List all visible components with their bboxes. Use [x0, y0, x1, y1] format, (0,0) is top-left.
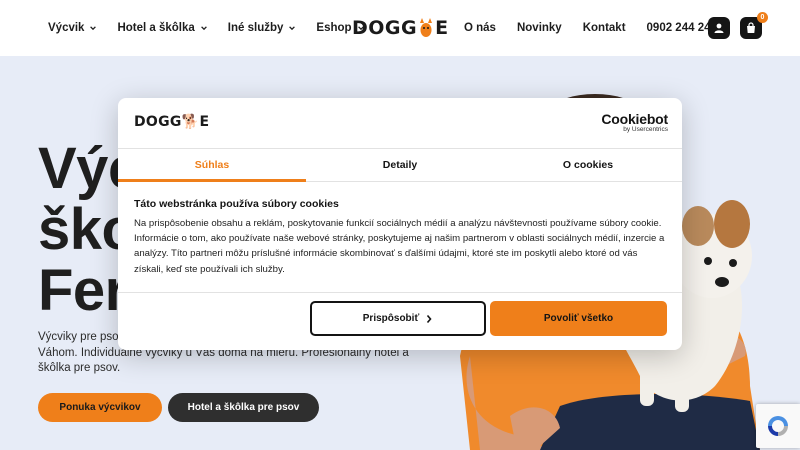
cookie-heading: Táto webstránka používa súbory cookies	[134, 198, 339, 210]
training-offer-button[interactable]: Ponuka výcvikov	[38, 393, 162, 422]
hotel-kindergarten-button[interactable]: Hotel a škôlka pre psov	[168, 393, 319, 422]
user-icon	[714, 23, 724, 33]
shopping-bag-icon	[747, 22, 755, 33]
tab-suhlas[interactable]: Súhlas	[118, 149, 306, 182]
allow-all-button[interactable]: Povoliť všetko	[490, 301, 667, 336]
logo-text-prefix: DOGG	[352, 17, 418, 39]
tab-detaily[interactable]: Detaily	[306, 149, 494, 181]
cookie-body-text: Na prispôsobenie obsahu a reklám, poskyt…	[134, 218, 665, 275]
nav-hotel-skolka[interactable]: Hotel a škôlka	[117, 22, 207, 34]
nav-hotel-label: Hotel a škôlka	[117, 22, 195, 34]
nav-ine-label: Iné služby	[227, 22, 284, 34]
cookiebot-subtitle: by Usercentrics	[623, 126, 668, 133]
dog-logo-icon: 🐕	[181, 114, 200, 130]
logo-text-suffix: E	[435, 17, 449, 39]
phone-link[interactable]: 0902 244 244	[647, 22, 717, 34]
nav-ine-sluzby[interactable]: Iné služby	[228, 22, 297, 34]
chevron-down-icon	[90, 26, 97, 31]
account-button[interactable]	[708, 17, 730, 39]
main-nav: Výcvik Hotel a škôlka Iné služby Eshop	[48, 0, 365, 56]
cart-count-badge: 0	[757, 12, 768, 23]
secondary-nav: O nás Novinky Kontakt 0902 244 244	[464, 0, 717, 56]
cookiebot-brand[interactable]: Cookiebot by Usercentrics	[601, 111, 668, 133]
nav-kontakt[interactable]: Kontakt	[583, 22, 626, 34]
site-logo[interactable]: DOGG E	[352, 14, 449, 42]
nav-novinky[interactable]: Novinky	[517, 22, 562, 34]
customize-button[interactable]: Prispôsobiť	[310, 301, 486, 336]
chevron-down-icon	[289, 26, 296, 31]
recaptcha-icon	[768, 416, 788, 436]
nav-vycvik-label: Výcvik	[48, 22, 85, 34]
divider	[118, 292, 682, 293]
dialog-logo: DOGG🐕E	[134, 114, 209, 130]
dog-logo-icon	[420, 18, 433, 37]
customize-button-label: Prispôsobiť	[362, 313, 420, 324]
nav-vycvik[interactable]: Výcvik	[48, 22, 97, 34]
tab-o-cookies[interactable]: O cookies	[494, 149, 682, 181]
recaptcha-badge[interactable]	[756, 404, 800, 448]
chevron-down-icon	[200, 26, 207, 31]
cookie-tabs: Súhlas Detaily O cookies	[118, 148, 682, 182]
chevron-right-icon	[427, 314, 432, 323]
cookiebot-name: Cookiebot	[601, 111, 668, 127]
nav-o-nas[interactable]: O nás	[464, 22, 496, 34]
dialog-logo-prefix: DOGG	[134, 114, 182, 130]
site-header: Výcvik Hotel a škôlka Iné služby Eshop D…	[0, 0, 800, 56]
nav-eshop-label: Eshop	[316, 22, 352, 34]
dialog-logo-suffix: E	[199, 114, 210, 130]
cookie-consent-dialog: DOGG🐕E Cookiebot by Usercentrics Súhlas …	[118, 98, 682, 350]
